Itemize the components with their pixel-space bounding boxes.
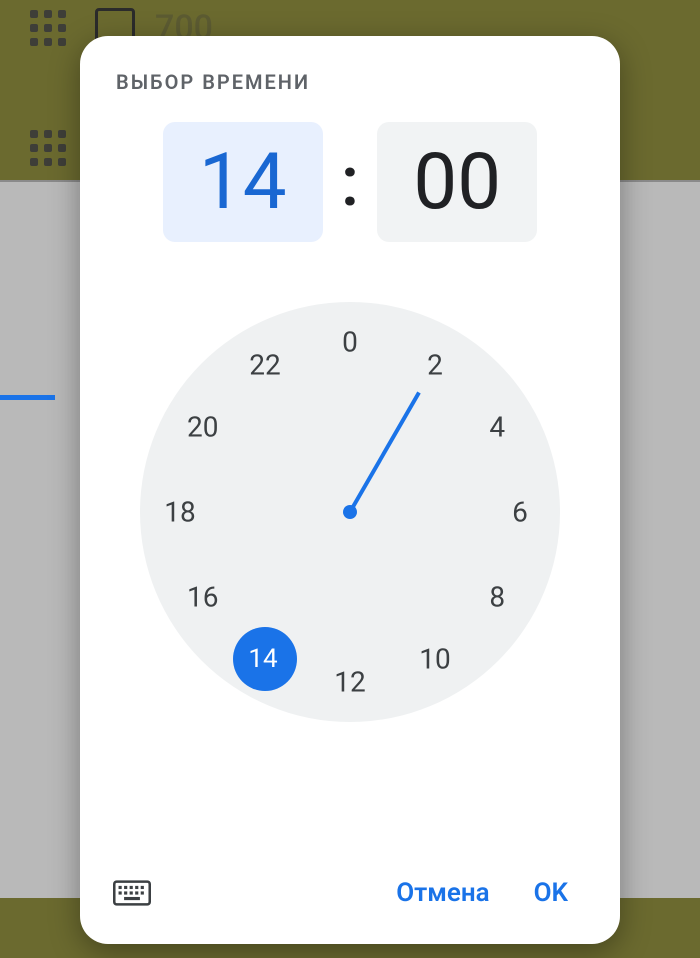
clock-tick-18[interactable]: 18	[164, 496, 195, 529]
clock-hand	[348, 391, 420, 513]
clock-tick-0[interactable]: 0	[342, 326, 358, 359]
clock-wrap: 14 0 2 4 6 8 10 12 16 18 20 22	[80, 302, 620, 722]
clock-tick-12[interactable]: 12	[334, 666, 365, 699]
time-colon: :	[341, 147, 359, 217]
clock-tick-6[interactable]: 6	[512, 496, 528, 529]
dialog-title: ВЫБОР ВРЕМЕНИ	[116, 70, 620, 94]
clock-tick-10[interactable]: 10	[419, 643, 450, 676]
time-picker-dialog: ВЫБОР ВРЕМЕНИ 14 : 00 14 0 2 4 6 8 10 12 16 18 20…	[80, 36, 620, 944]
clock-tick-16[interactable]: 16	[187, 581, 218, 614]
selected-hour-knob[interactable]: 14	[233, 627, 297, 691]
ok-button[interactable]: OK	[516, 868, 586, 918]
clock-center-dot	[343, 505, 357, 519]
cancel-button[interactable]: Отмена	[378, 868, 507, 918]
selected-hour-label: 14	[248, 644, 277, 674]
clock-tick-8[interactable]: 8	[489, 581, 505, 614]
hours-field[interactable]: 14	[163, 122, 323, 242]
clock-tick-2[interactable]: 2	[427, 348, 443, 381]
dialog-button-row: Отмена OK	[80, 868, 620, 944]
minutes-field[interactable]: 00	[377, 122, 537, 242]
clock-tick-22[interactable]: 22	[249, 348, 280, 381]
keyboard-icon	[113, 878, 151, 908]
time-display-row: 14 : 00	[80, 122, 620, 242]
apps-grid-icon	[30, 10, 66, 46]
clock-face[interactable]: 14 0 2 4 6 8 10 12 16 18 20 22	[140, 302, 560, 722]
background-accent-line	[0, 395, 55, 400]
clock-tick-20[interactable]: 20	[187, 411, 218, 444]
clock-tick-4[interactable]: 4	[489, 411, 505, 444]
apps-grid-icon	[30, 130, 66, 166]
keyboard-toggle-button[interactable]	[110, 876, 154, 910]
